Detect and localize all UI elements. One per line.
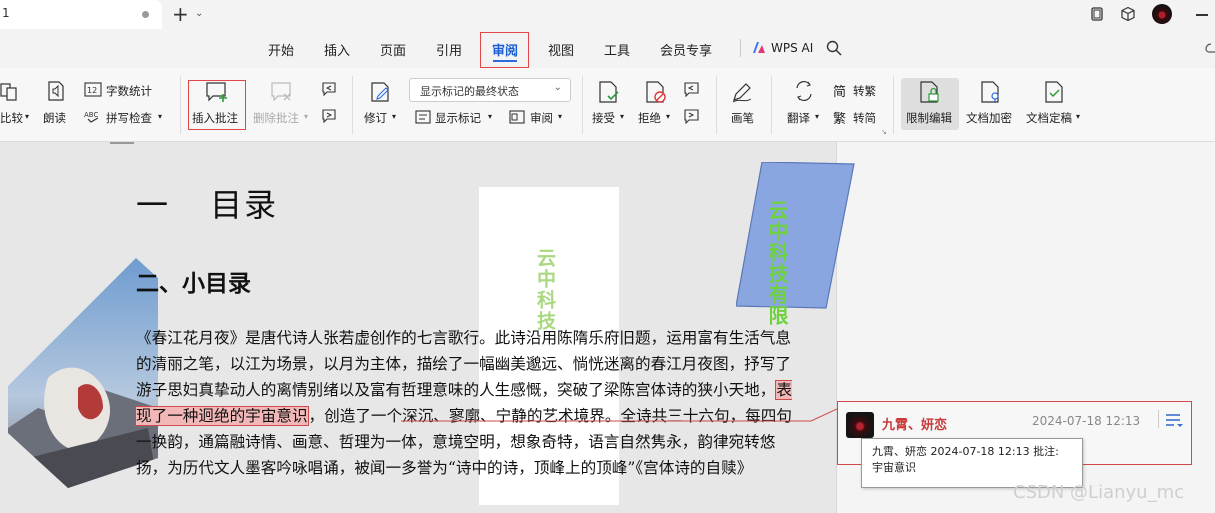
comment-author-name: 九霄、妍恋 bbox=[882, 418, 948, 433]
review-pane-button[interactable]: 审阅 bbox=[530, 110, 553, 126]
document-tab[interactable]: 1 bbox=[0, 0, 162, 29]
traditional-icon: 简 bbox=[833, 85, 847, 100]
pen-button[interactable]: 画笔 bbox=[731, 110, 754, 126]
markup-state-select[interactable]: 显示标记的最终状态 ⌄ bbox=[409, 78, 571, 102]
tooltip-body: 宇宙意识 bbox=[872, 461, 916, 474]
spell-check-button[interactable]: 拼写检查 bbox=[106, 110, 152, 126]
previous-change-icon[interactable] bbox=[683, 82, 700, 97]
menu-insert[interactable]: 插入 bbox=[324, 40, 350, 59]
word-count-icon[interactable]: 12 bbox=[84, 82, 102, 97]
menu-review[interactable]: 审阅 bbox=[492, 40, 518, 59]
paragraph-text-start: 《春江花月夜》是唐代诗人张若虚创作的七言歌行。此诗沿用陈隋乐府旧题，运用富有生活… bbox=[136, 329, 791, 399]
comment-connector-line bbox=[401, 408, 837, 422]
reject-button[interactable]: 拒绝 bbox=[638, 110, 661, 126]
track-changes-icon[interactable] bbox=[370, 81, 392, 103]
read-aloud-icon[interactable] bbox=[46, 80, 66, 102]
menu-references[interactable]: 引用 bbox=[436, 40, 462, 59]
delete-comment-button: 删除批注 bbox=[253, 111, 299, 125]
accept-button[interactable]: 接受 bbox=[592, 110, 615, 126]
comment-timestamp: 2024-07-18 12:13 bbox=[1032, 414, 1141, 428]
translate-icon[interactable] bbox=[793, 80, 815, 102]
next-comment-icon[interactable] bbox=[321, 109, 337, 123]
next-change-icon[interactable] bbox=[683, 109, 700, 124]
wps-ai-logo-icon bbox=[753, 42, 765, 53]
comment-divider bbox=[1158, 410, 1159, 428]
heading-level-1: 一 目录 bbox=[136, 186, 279, 224]
document-finalize-icon[interactable] bbox=[1044, 80, 1066, 104]
spell-check-icon[interactable]: ABC bbox=[84, 109, 104, 123]
menu-member[interactable]: 会员专享 bbox=[660, 40, 712, 59]
translate-button[interactable]: 翻译 bbox=[787, 110, 810, 126]
title-bar: 1 + ⌄ bbox=[0, 0, 1215, 30]
document-tab-title: 1 bbox=[2, 6, 10, 20]
comment-tooltip: 九霄、妍恋 2024-07-18 12:13 批注: 宇宙意识 bbox=[861, 438, 1083, 488]
markup-state-value: 显示标记的最终状态 bbox=[420, 85, 519, 98]
parallelogram-shape[interactable] bbox=[736, 162, 856, 310]
track-changes-button[interactable]: 修订 bbox=[364, 110, 387, 126]
heading-level-2: 二、小目录 bbox=[136, 271, 251, 297]
menu-wps-ai[interactable]: WPS AI bbox=[771, 41, 813, 55]
to-traditional-button[interactable]: 转繁 bbox=[853, 83, 876, 99]
active-tab-indicator bbox=[493, 60, 517, 62]
restrict-edit-icon[interactable] bbox=[919, 80, 941, 104]
menu-bar: 开始 插入 页面 引用 审阅 视图 工具 会员专享 WPS AI bbox=[0, 30, 1215, 68]
simplified-icon: 繁 bbox=[833, 112, 847, 127]
to-simplified-button[interactable]: 转简 bbox=[853, 110, 876, 126]
window-switch-icon[interactable] bbox=[1089, 6, 1105, 22]
user-avatar[interactable] bbox=[1152, 4, 1172, 24]
compare-icon[interactable] bbox=[0, 82, 18, 102]
svg-text:12: 12 bbox=[87, 86, 97, 95]
insert-comment-icon[interactable] bbox=[205, 81, 229, 103]
accept-change-icon[interactable] bbox=[598, 80, 620, 104]
page-corner-marker bbox=[110, 142, 134, 144]
menu-home[interactable]: 开始 bbox=[268, 40, 294, 59]
show-markup-icon[interactable] bbox=[415, 110, 431, 124]
document-finalize-button[interactable]: 文档定稿 bbox=[1026, 110, 1072, 126]
ribbon-toolbar: 比较 ▾ 朗读 12 字数统计 ABC 拼写检查 ▾ 插入批注 删除批注 ▾ 修… bbox=[0, 68, 1215, 142]
tooltip-header: 九霄、妍恋 2024-07-18 12:13 批注: bbox=[872, 445, 1059, 458]
word-count-button[interactable]: 字数统计 bbox=[106, 83, 152, 99]
comment-author-avatar bbox=[846, 412, 874, 438]
restrict-edit-button[interactable]: 限制编辑 bbox=[906, 110, 952, 126]
cloud-icon[interactable] bbox=[1205, 41, 1215, 55]
delete-comment-icon bbox=[271, 82, 291, 102]
menu-tools[interactable]: 工具 bbox=[604, 40, 630, 59]
show-markup-button[interactable]: 显示标记 bbox=[435, 110, 481, 126]
vertical-watermark-text: 云中科技 bbox=[534, 248, 556, 332]
cube-icon[interactable] bbox=[1120, 6, 1136, 22]
comment-menu-icon[interactable] bbox=[1164, 412, 1184, 428]
compare-button[interactable]: 比较 bbox=[0, 110, 23, 126]
menu-view[interactable]: 视图 bbox=[548, 40, 574, 59]
shape-watermark-text: 云中科技有限 bbox=[765, 200, 789, 326]
chevron-down-icon: ⌄ bbox=[553, 82, 562, 93]
reject-change-icon[interactable] bbox=[645, 80, 667, 104]
search-icon[interactable] bbox=[826, 40, 842, 56]
review-pane-icon[interactable] bbox=[509, 110, 525, 124]
dialog-launcher-icon[interactable]: ↘ bbox=[881, 128, 887, 136]
new-tab-button[interactable]: + bbox=[172, 4, 189, 24]
svg-text:ABC: ABC bbox=[84, 111, 98, 119]
previous-comment-icon[interactable] bbox=[321, 82, 337, 96]
chevron-down-icon[interactable]: ⌄ bbox=[195, 8, 203, 19]
minimize-button[interactable] bbox=[1196, 14, 1208, 16]
document-encrypt-button[interactable]: 文档加密 bbox=[966, 110, 1012, 126]
pen-icon[interactable] bbox=[731, 81, 753, 103]
csdn-watermark: CSDN @Lianyu_mc bbox=[1013, 482, 1184, 503]
menu-page[interactable]: 页面 bbox=[380, 40, 406, 59]
document-encrypt-icon[interactable] bbox=[980, 80, 1002, 104]
insert-comment-button[interactable]: 插入批注 bbox=[192, 110, 238, 126]
read-aloud-button[interactable]: 朗读 bbox=[43, 110, 66, 126]
unsaved-dot-icon[interactable] bbox=[142, 11, 149, 18]
menu-divider bbox=[740, 39, 741, 57]
